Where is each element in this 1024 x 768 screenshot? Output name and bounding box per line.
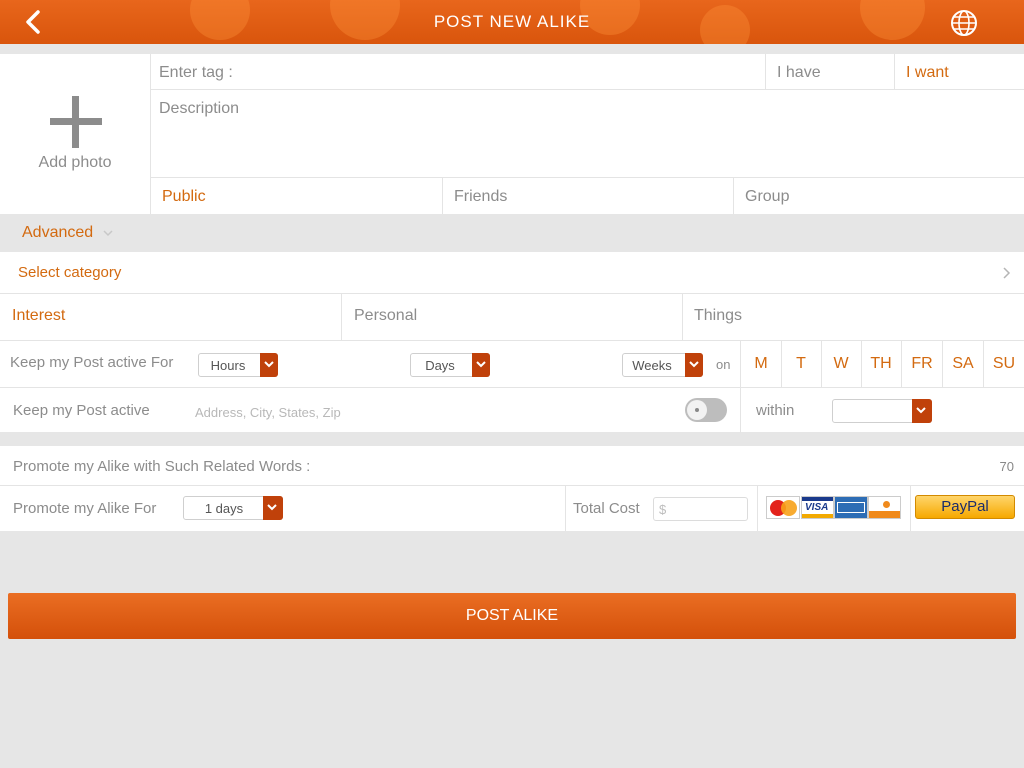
within-label: within [756,402,795,419]
total-cost-label: Total Cost [573,500,640,517]
day-tue[interactable]: T [781,341,821,387]
post-alike-button[interactable]: POST ALIKE [8,593,1016,639]
address-input[interactable]: Address, City, States, Zip [195,405,665,420]
day-sun[interactable]: SU [984,341,1024,387]
advanced-label: Advanced [22,224,94,241]
hours-select[interactable]: Hours [198,353,278,377]
promote-words-label: Promote my Alike with Such Related Words… [13,458,311,475]
promote-days-select[interactable]: 1 days [183,496,283,520]
advanced-toggle[interactable]: Advanced [22,224,114,246]
add-photo-label: Add photo [38,154,112,171]
day-sat[interactable]: SA [943,341,983,387]
visibility-public[interactable]: Public [162,188,206,206]
i-want-toggle[interactable]: I want [906,64,949,82]
top-bar: POST NEW ALIKE [0,0,1024,44]
add-photo-button[interactable]: Add photo [0,54,150,214]
page-title: POST NEW ALIKE [433,12,591,31]
days-select[interactable]: Days [410,353,490,377]
weeks-select[interactable]: Weeks [622,353,703,377]
promote-days-value: 1 days [204,501,244,516]
on-label: on [716,357,731,372]
globe-icon[interactable] [950,9,978,37]
mastercard-icon[interactable] [766,496,800,519]
promote-for-label: Promote my Alike For [13,500,157,517]
select-category-label: Select category [18,264,122,281]
tab-interest[interactable]: Interest [12,307,65,325]
within-select[interactable] [832,399,932,423]
visibility-friends[interactable]: Friends [454,188,507,206]
day-thu[interactable]: TH [861,341,901,387]
post-details-panel: Add photo Enter tag : I have I want Desc… [0,54,1024,214]
day-wed[interactable]: W [821,341,861,387]
select-category-row[interactable]: Select category [0,252,1024,293]
tab-things[interactable]: Things [694,307,742,325]
cost-placeholder: $ [659,502,667,517]
discover-icon[interactable] [868,496,901,519]
weeks-value: Weeks [632,358,672,373]
description-input[interactable]: Description [159,100,1009,170]
visa-icon[interactable]: VISA [801,496,834,519]
tab-personal[interactable]: Personal [354,307,417,325]
cost-input[interactable]: $ [653,497,748,521]
chevron-right-icon [1003,267,1011,279]
i-have-toggle[interactable]: I have [777,64,821,82]
chevron-down-icon [103,230,113,237]
days-value: Days [425,358,455,373]
active-location-label: Keep my Post active [13,402,150,419]
paypal-button[interactable]: PayPal [915,495,1015,519]
hours-value: Hours [210,358,246,373]
visibility-group[interactable]: Group [745,188,789,206]
location-toggle[interactable] [685,398,727,422]
plus-icon [50,96,102,148]
promote-words-count: 70 [999,459,1014,474]
paypal-label: PayPal [941,498,989,515]
active-for-label: Keep my Post active For [10,354,174,371]
promote-panel: Promote my Alike with Such Related Words… [0,446,1024,531]
day-fri[interactable]: FR [902,341,942,387]
tag-input[interactable]: Enter tag : [159,64,759,86]
day-mon[interactable]: M [741,341,781,387]
amex-icon[interactable] [834,496,868,519]
